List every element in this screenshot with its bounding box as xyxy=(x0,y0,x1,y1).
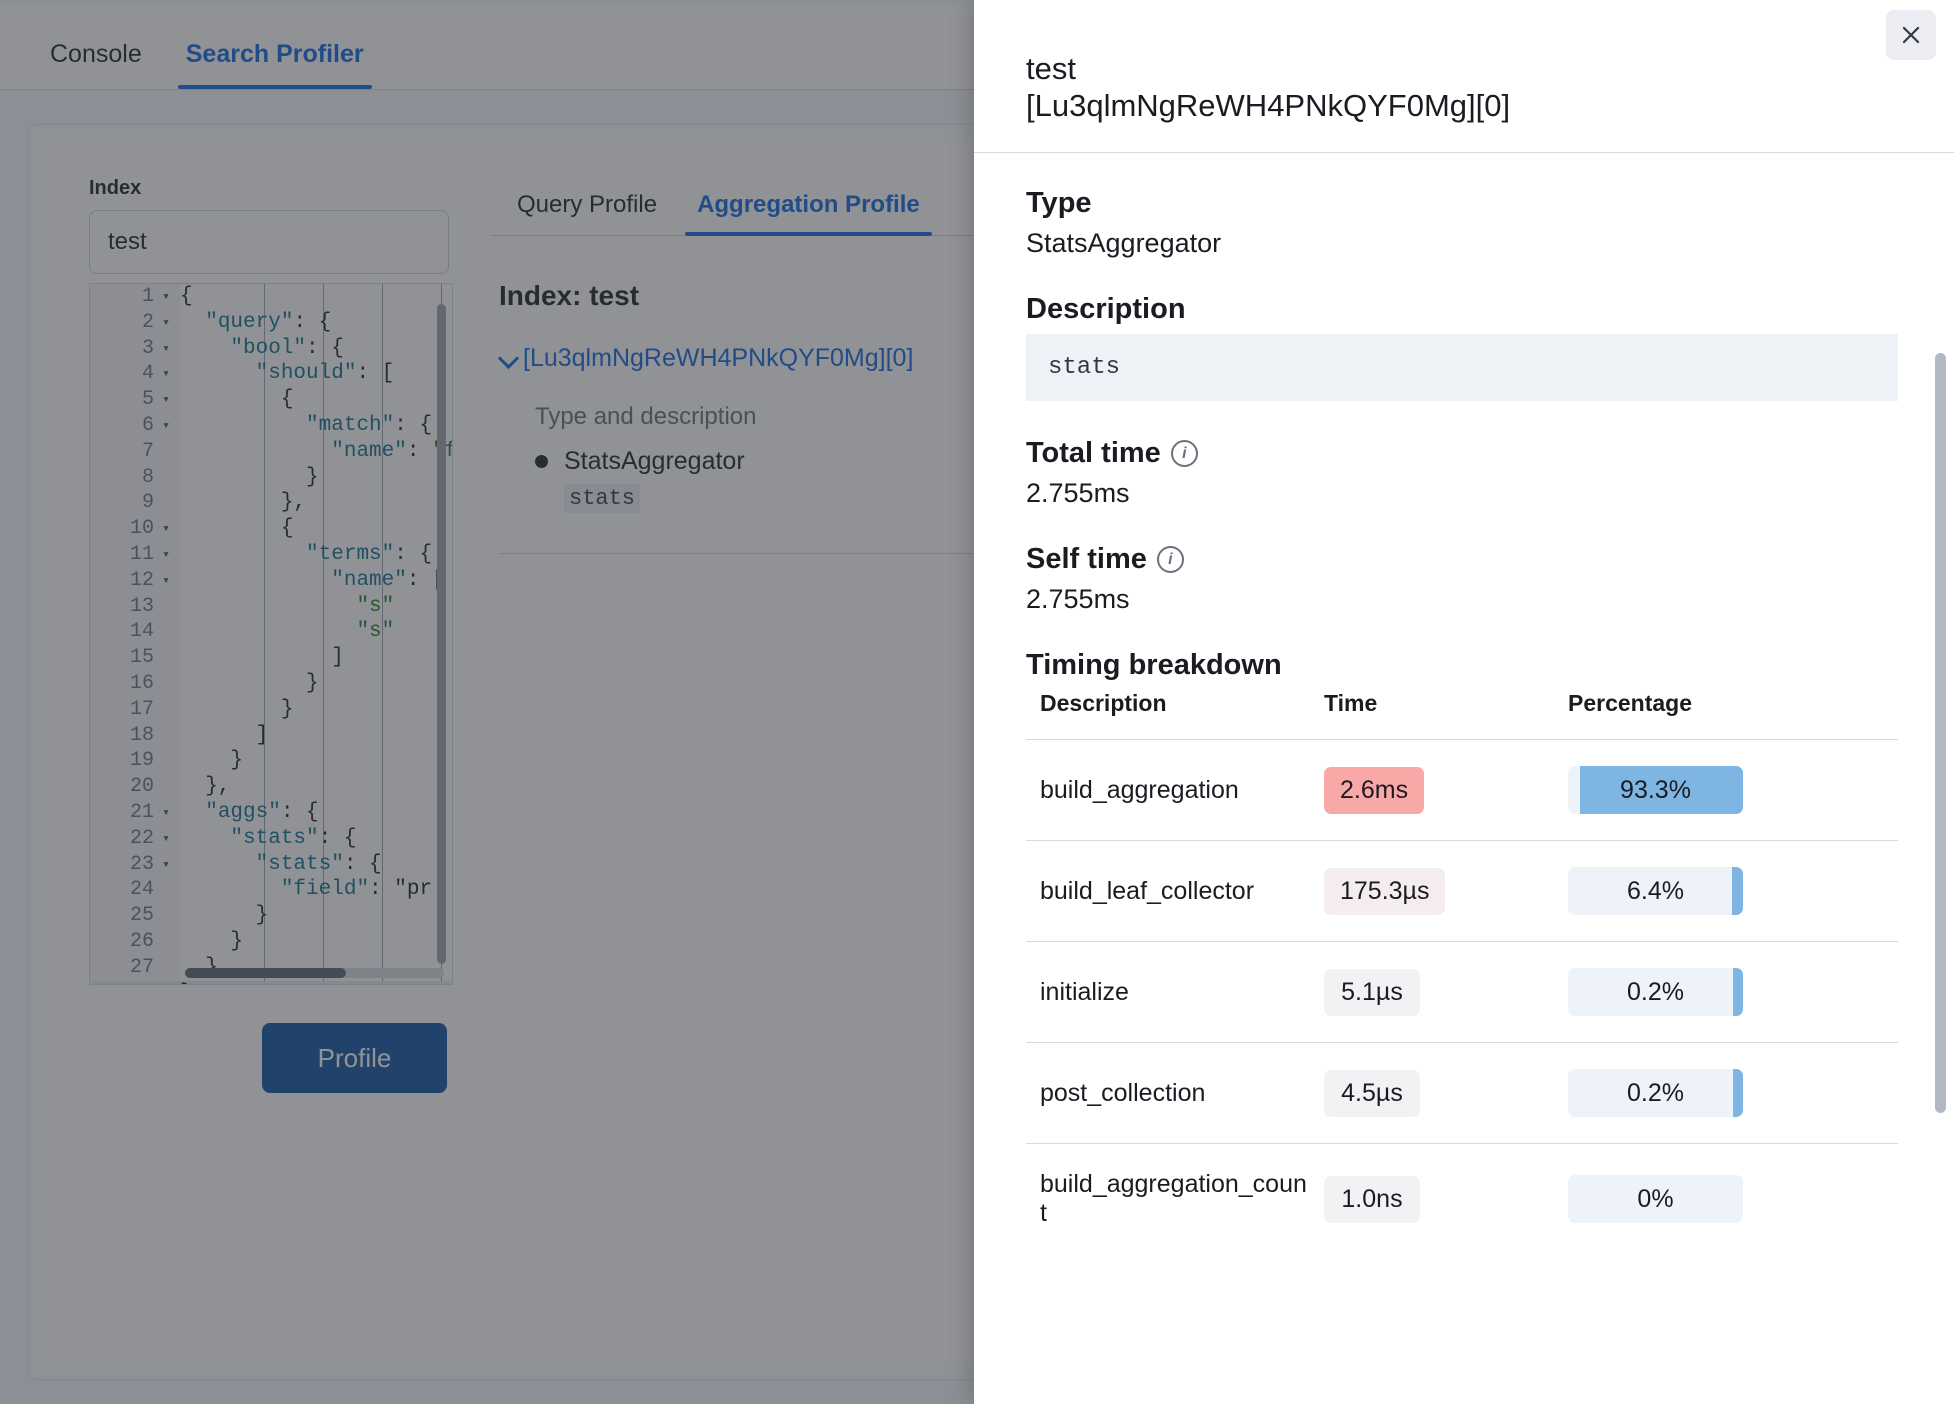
percentage-label: 0.2% xyxy=(1568,968,1743,1016)
flyout-title-index: test xyxy=(1026,50,1626,87)
cell-description: build_leaf_collector xyxy=(1026,841,1310,942)
table-row: build_aggregation 2.6ms 93.3% xyxy=(1026,740,1898,841)
cell-time: 4.5µs xyxy=(1310,1043,1554,1144)
column-header-description: Description xyxy=(1026,690,1310,740)
self-time-value: 2.755ms xyxy=(1026,584,1898,615)
info-icon[interactable]: i xyxy=(1171,440,1198,467)
cell-percentage: 0% xyxy=(1554,1144,1898,1255)
time-pill: 2.6ms xyxy=(1324,767,1424,814)
timing-table-body: build_aggregation 2.6ms 93.3% build_leaf_co… xyxy=(1026,740,1898,1255)
cell-time: 175.3µs xyxy=(1310,841,1554,942)
description-heading-text: Description xyxy=(1026,293,1186,326)
percentage-bar: 0.2% xyxy=(1568,968,1743,1016)
info-icon[interactable]: i xyxy=(1157,546,1184,573)
type-value: StatsAggregator xyxy=(1026,228,1898,259)
percentage-label: 0.2% xyxy=(1568,1069,1743,1117)
cell-percentage: 6.4% xyxy=(1554,841,1898,942)
table-row: build_aggregation_count 1.0ns 0% xyxy=(1026,1144,1898,1255)
screen-root: Console Search Profiler Index 1▾2▾3▾4▾5▾… xyxy=(0,0,1954,1404)
type-heading-text: Type xyxy=(1026,187,1092,220)
percentage-bar: 6.4% xyxy=(1568,867,1743,915)
cell-description: build_aggregation_count xyxy=(1026,1144,1310,1255)
close-button[interactable] xyxy=(1886,10,1936,60)
timing-breakdown-heading-text: Timing breakdown xyxy=(1026,649,1282,682)
percentage-bar: 0.2% xyxy=(1568,1069,1743,1117)
total-time-value: 2.755ms xyxy=(1026,478,1898,509)
flyout-header: test [Lu3qlmNgReWH4PNkQYF0Mg][0] xyxy=(974,0,1954,153)
percentage-label: 6.4% xyxy=(1568,867,1743,915)
percentage-bar: 93.3% xyxy=(1568,766,1743,814)
cell-time: 5.1µs xyxy=(1310,942,1554,1043)
time-pill: 4.5µs xyxy=(1324,1070,1420,1117)
column-header-time: Time xyxy=(1310,690,1554,740)
description-heading: Description xyxy=(1026,293,1898,326)
cell-percentage: 0.2% xyxy=(1554,1043,1898,1144)
percentage-label: 93.3% xyxy=(1568,766,1743,814)
cell-time: 1.0ns xyxy=(1310,1144,1554,1255)
cell-description: build_aggregation xyxy=(1026,740,1310,841)
node-detail-flyout: test [Lu3qlmNgReWH4PNkQYF0Mg][0] Type St… xyxy=(974,0,1954,1404)
time-pill: 1.0ns xyxy=(1324,1176,1420,1223)
table-header-row: Description Time Percentage xyxy=(1026,690,1898,740)
flyout-title: test [Lu3qlmNgReWH4PNkQYF0Mg][0] xyxy=(1026,50,1626,124)
close-icon xyxy=(1899,23,1923,47)
time-pill: 5.1µs xyxy=(1324,969,1420,1016)
flyout-title-shard: [Lu3qlmNgReWH4PNkQYF0Mg][0] xyxy=(1026,87,1626,124)
description-value: stats xyxy=(1026,334,1898,401)
cell-percentage: 0.2% xyxy=(1554,942,1898,1043)
cell-description: post_collection xyxy=(1026,1043,1310,1144)
type-heading: Type xyxy=(1026,187,1898,220)
cell-percentage: 93.3% xyxy=(1554,740,1898,841)
time-pill: 175.3µs xyxy=(1324,868,1445,915)
cell-time: 2.6ms xyxy=(1310,740,1554,841)
flyout-body: Type StatsAggregator Description stats T… xyxy=(974,153,1954,1404)
timing-breakdown-table: Description Time Percentage build_aggreg… xyxy=(1026,690,1898,1254)
percentage-label: 0% xyxy=(1568,1175,1743,1223)
timing-breakdown-heading: Timing breakdown xyxy=(1026,649,1898,682)
self-time-heading: Self time i xyxy=(1026,543,1898,576)
table-row: build_leaf_collector 175.3µs 6.4% xyxy=(1026,841,1898,942)
total-time-heading: Total time i xyxy=(1026,437,1898,470)
self-time-heading-text: Self time xyxy=(1026,543,1147,576)
table-row: initialize 5.1µs 0.2% xyxy=(1026,942,1898,1043)
total-time-heading-text: Total time xyxy=(1026,437,1161,470)
column-header-percentage: Percentage xyxy=(1554,690,1898,740)
percentage-bar: 0% xyxy=(1568,1175,1743,1223)
cell-description: initialize xyxy=(1026,942,1310,1043)
flyout-scrollbar[interactable] xyxy=(1935,353,1946,1113)
table-row: post_collection 4.5µs 0.2% xyxy=(1026,1043,1898,1144)
